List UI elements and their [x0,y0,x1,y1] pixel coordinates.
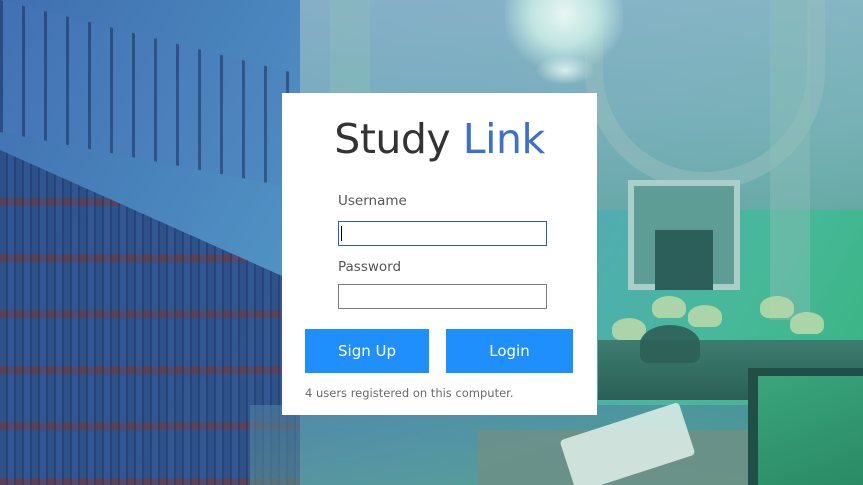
registered-users-status: 4 users registered on this computer. [305,386,514,400]
app-title: Study Link [282,111,597,167]
background-lamp [760,296,794,318]
password-label: Password [338,259,402,275]
background-lamp [790,312,824,334]
login-card: Study Link Username Password Sign Up Log… [282,93,597,415]
background-lamp [652,296,686,318]
password-input[interactable] [338,284,547,309]
login-button[interactable]: Login [446,329,573,373]
username-input[interactable] [338,221,547,246]
background-pillar [770,0,810,320]
background-monitor-screen [758,376,863,485]
background-chandelier-glow [535,55,595,85]
signup-button[interactable]: Sign Up [305,329,429,373]
username-label: Username [338,193,407,209]
background-door [655,230,713,290]
background-lamp [640,325,700,363]
app-title-link: Link [462,115,545,163]
app-title-study: Study [334,115,451,163]
background-lamp [688,305,722,327]
text-caret [341,226,342,241]
